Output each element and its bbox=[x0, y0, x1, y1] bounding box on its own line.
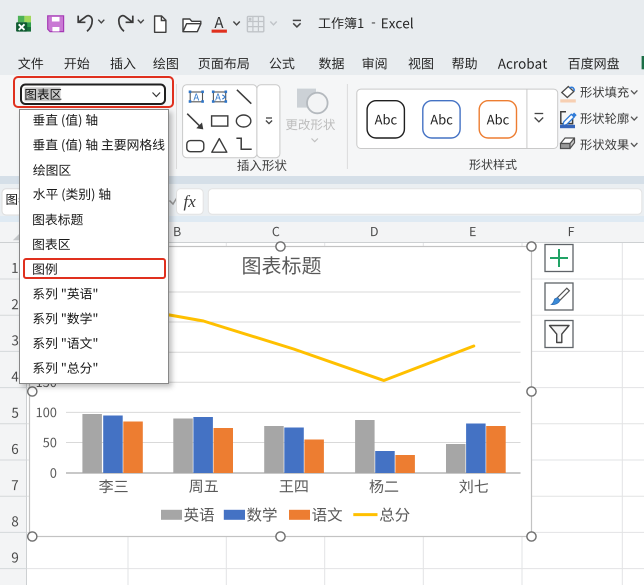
svg-text:fx: fx bbox=[184, 192, 197, 211]
